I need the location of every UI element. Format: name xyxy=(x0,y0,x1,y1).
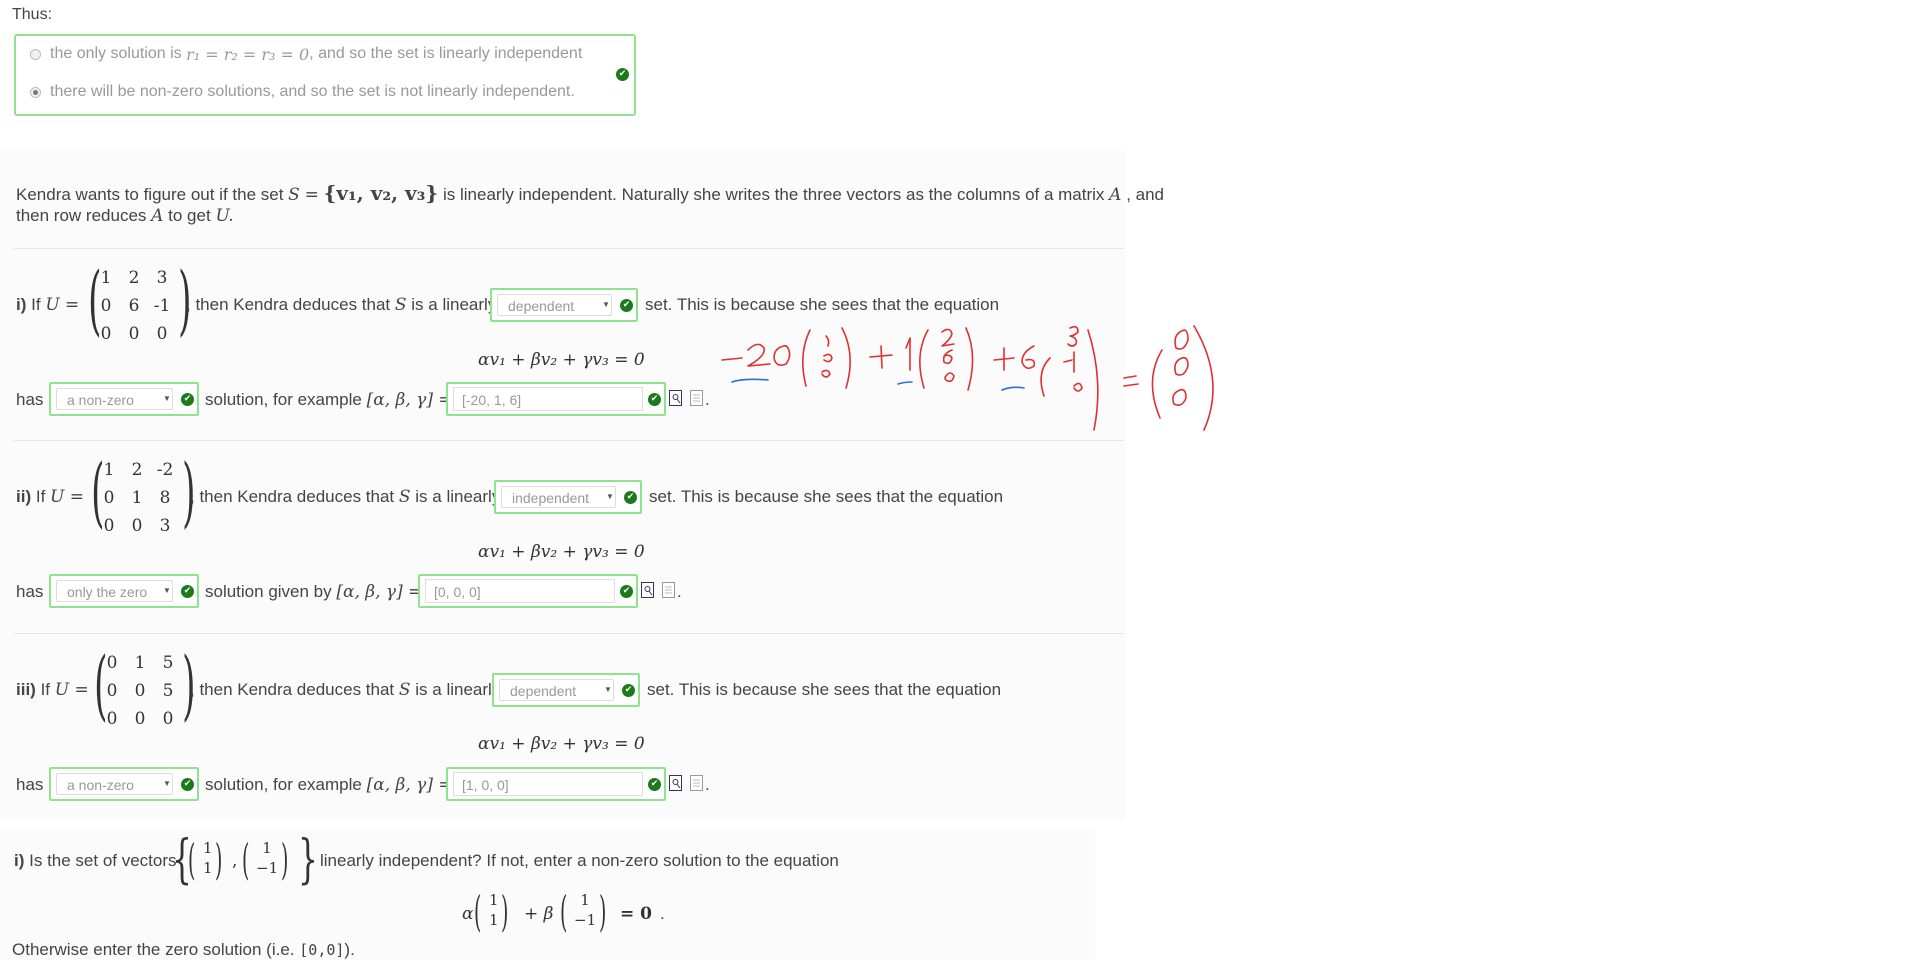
stroke xyxy=(880,345,883,369)
stroke xyxy=(825,335,830,347)
stroke xyxy=(1001,386,1025,391)
stroke xyxy=(941,328,955,347)
stroke xyxy=(1087,329,1099,431)
handwriting-red xyxy=(721,325,1214,431)
stroke xyxy=(1172,388,1187,406)
stroke xyxy=(1021,345,1036,370)
stroke xyxy=(721,357,743,361)
stroke xyxy=(1063,351,1075,373)
stroke xyxy=(1174,356,1189,376)
stroke xyxy=(1040,357,1051,397)
stroke xyxy=(747,343,771,367)
stroke xyxy=(1174,329,1189,350)
stroke xyxy=(1151,349,1163,419)
stroke xyxy=(821,369,831,378)
stroke xyxy=(965,327,974,391)
handwriting-blue xyxy=(731,378,1025,391)
stroke xyxy=(802,329,811,387)
stroke xyxy=(944,372,955,383)
stroke xyxy=(1193,325,1214,431)
stroke xyxy=(897,381,913,385)
stroke xyxy=(823,353,833,363)
handwritten-annotation xyxy=(721,325,1214,431)
stroke xyxy=(841,327,851,389)
stroke xyxy=(773,344,791,366)
stroke xyxy=(1123,375,1139,387)
stroke xyxy=(942,349,953,365)
stroke xyxy=(919,329,929,389)
stroke xyxy=(1067,325,1079,347)
stroke xyxy=(1073,382,1083,392)
stroke xyxy=(731,378,769,383)
stroke xyxy=(905,337,911,371)
